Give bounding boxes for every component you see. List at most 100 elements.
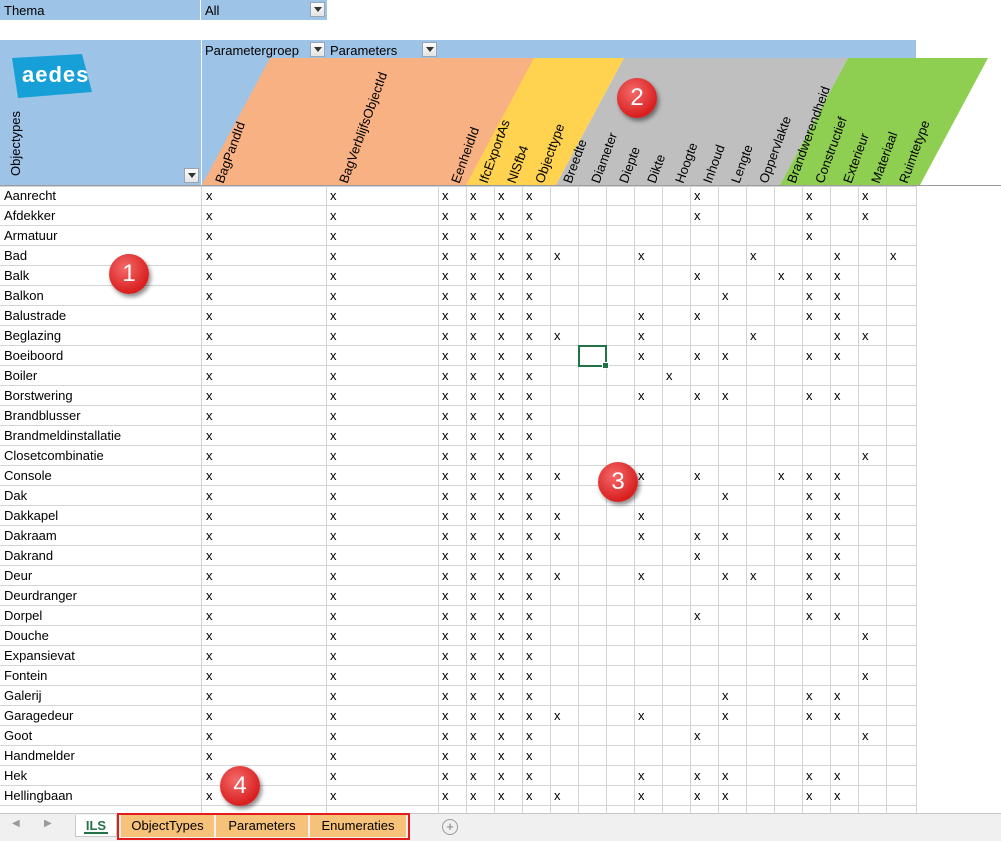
cell-mark[interactable]: x	[330, 348, 337, 363]
row-label[interactable]: Dak	[4, 488, 27, 503]
cell-mark[interactable]: x	[694, 528, 701, 543]
row-label[interactable]: Armatuur	[4, 228, 57, 243]
cell-mark[interactable]: x	[206, 188, 213, 203]
cell-mark[interactable]: x	[862, 208, 869, 223]
cell-mark[interactable]: x	[330, 268, 337, 283]
cell-mark[interactable]: x	[206, 308, 213, 323]
cell-mark[interactable]: x	[498, 768, 505, 783]
cell-mark[interactable]: x	[498, 728, 505, 743]
cell-mark[interactable]: x	[862, 188, 869, 203]
cell-mark[interactable]: x	[638, 708, 645, 723]
cell-mark[interactable]: x	[330, 328, 337, 343]
cell-mark[interactable]: x	[206, 368, 213, 383]
cell-mark[interactable]: x	[526, 628, 533, 643]
cell-mark[interactable]: x	[470, 288, 477, 303]
cell-mark[interactable]: x	[498, 348, 505, 363]
cell-mark[interactable]: x	[330, 708, 337, 723]
cell-mark[interactable]: x	[330, 568, 337, 583]
cell-mark[interactable]: x	[694, 468, 701, 483]
cell-mark[interactable]: x	[330, 288, 337, 303]
cell-mark[interactable]: x	[526, 448, 533, 463]
cell-mark[interactable]: x	[890, 248, 897, 263]
row-label[interactable]: Brandblusser	[4, 408, 81, 423]
cell-mark[interactable]: x	[442, 708, 449, 723]
cell-mark[interactable]: x	[834, 488, 841, 503]
selected-cell[interactable]	[578, 345, 609, 369]
cell-mark[interactable]: x	[526, 768, 533, 783]
cell-mark[interactable]: x	[470, 408, 477, 423]
row-label[interactable]: Balustrade	[4, 308, 66, 323]
cell-mark[interactable]: x	[526, 688, 533, 703]
cell-mark[interactable]: x	[206, 708, 213, 723]
cell-mark[interactable]: x	[526, 368, 533, 383]
cell-mark[interactable]: x	[834, 468, 841, 483]
cell-mark[interactable]: x	[442, 188, 449, 203]
cell-mark[interactable]: x	[806, 708, 813, 723]
cell-mark[interactable]: x	[470, 708, 477, 723]
row-label[interactable]: Beglazing	[4, 328, 61, 343]
cell-mark[interactable]: x	[554, 328, 561, 343]
cell-mark[interactable]: x	[330, 228, 337, 243]
cell-mark[interactable]: x	[442, 588, 449, 603]
cell-mark[interactable]: x	[470, 208, 477, 223]
row-label[interactable]: Balk	[4, 268, 29, 283]
cell-mark[interactable]: x	[442, 428, 449, 443]
cell-mark[interactable]: x	[206, 228, 213, 243]
cell-mark[interactable]: x	[470, 388, 477, 403]
cell-mark[interactable]: x	[750, 328, 757, 343]
cell-mark[interactable]: x	[638, 248, 645, 263]
cell-mark[interactable]: x	[834, 508, 841, 523]
row-label[interactable]: Dakkapel	[4, 508, 58, 523]
cell-mark[interactable]: x	[806, 268, 813, 283]
cell-mark[interactable]: x	[722, 388, 729, 403]
cell-mark[interactable]: x	[330, 668, 337, 683]
scroll-right-icon[interactable]: ▶	[44, 818, 52, 829]
cell-mark[interactable]: x	[442, 308, 449, 323]
cell-mark[interactable]: x	[694, 548, 701, 563]
row-label[interactable]: Hellingbaan	[4, 788, 73, 803]
cell-mark[interactable]: x	[526, 748, 533, 763]
cell-mark[interactable]: x	[206, 748, 213, 763]
cell-mark[interactable]: x	[330, 428, 337, 443]
cell-mark[interactable]: x	[722, 348, 729, 363]
cell-mark[interactable]: x	[442, 748, 449, 763]
cell-mark[interactable]: x	[470, 508, 477, 523]
cell-mark[interactable]: x	[526, 228, 533, 243]
cell-mark[interactable]: x	[806, 508, 813, 523]
cell-mark[interactable]: x	[498, 568, 505, 583]
cell-mark[interactable]: x	[330, 588, 337, 603]
cell-mark[interactable]: x	[834, 268, 841, 283]
cell-mark[interactable]: x	[442, 268, 449, 283]
cell-mark[interactable]: x	[498, 468, 505, 483]
cell-mark[interactable]: x	[442, 668, 449, 683]
cell-mark[interactable]: x	[526, 268, 533, 283]
cell-mark[interactable]: x	[206, 248, 213, 263]
cell-mark[interactable]: x	[694, 188, 701, 203]
cell-mark[interactable]: x	[806, 348, 813, 363]
row-label[interactable]: Afdekker	[4, 208, 55, 223]
cell-mark[interactable]: x	[554, 788, 561, 803]
cell-mark[interactable]: x	[470, 188, 477, 203]
cell-mark[interactable]: x	[470, 368, 477, 383]
cell-mark[interactable]: x	[638, 788, 645, 803]
cell-mark[interactable]: x	[498, 748, 505, 763]
cell-mark[interactable]: x	[638, 768, 645, 783]
tab-parameters[interactable]: Parameters	[216, 815, 308, 837]
add-sheet-icon[interactable]: +	[442, 819, 458, 835]
cell-mark[interactable]: x	[526, 788, 533, 803]
row-label[interactable]: Dakrand	[4, 548, 53, 563]
row-label[interactable]: Hek	[4, 768, 27, 783]
cell-mark[interactable]: x	[498, 368, 505, 383]
cell-mark[interactable]: x	[498, 308, 505, 323]
cell-mark[interactable]: x	[330, 648, 337, 663]
cell-mark[interactable]: x	[206, 768, 213, 783]
cell-mark[interactable]: x	[470, 248, 477, 263]
cell-mark[interactable]: x	[526, 608, 533, 623]
cell-mark[interactable]: x	[442, 628, 449, 643]
cell-mark[interactable]: x	[834, 388, 841, 403]
cell-mark[interactable]: x	[526, 548, 533, 563]
cell-mark[interactable]: x	[498, 668, 505, 683]
cell-mark[interactable]: x	[526, 348, 533, 363]
cell-mark[interactable]: x	[750, 568, 757, 583]
cell-mark[interactable]: x	[470, 228, 477, 243]
